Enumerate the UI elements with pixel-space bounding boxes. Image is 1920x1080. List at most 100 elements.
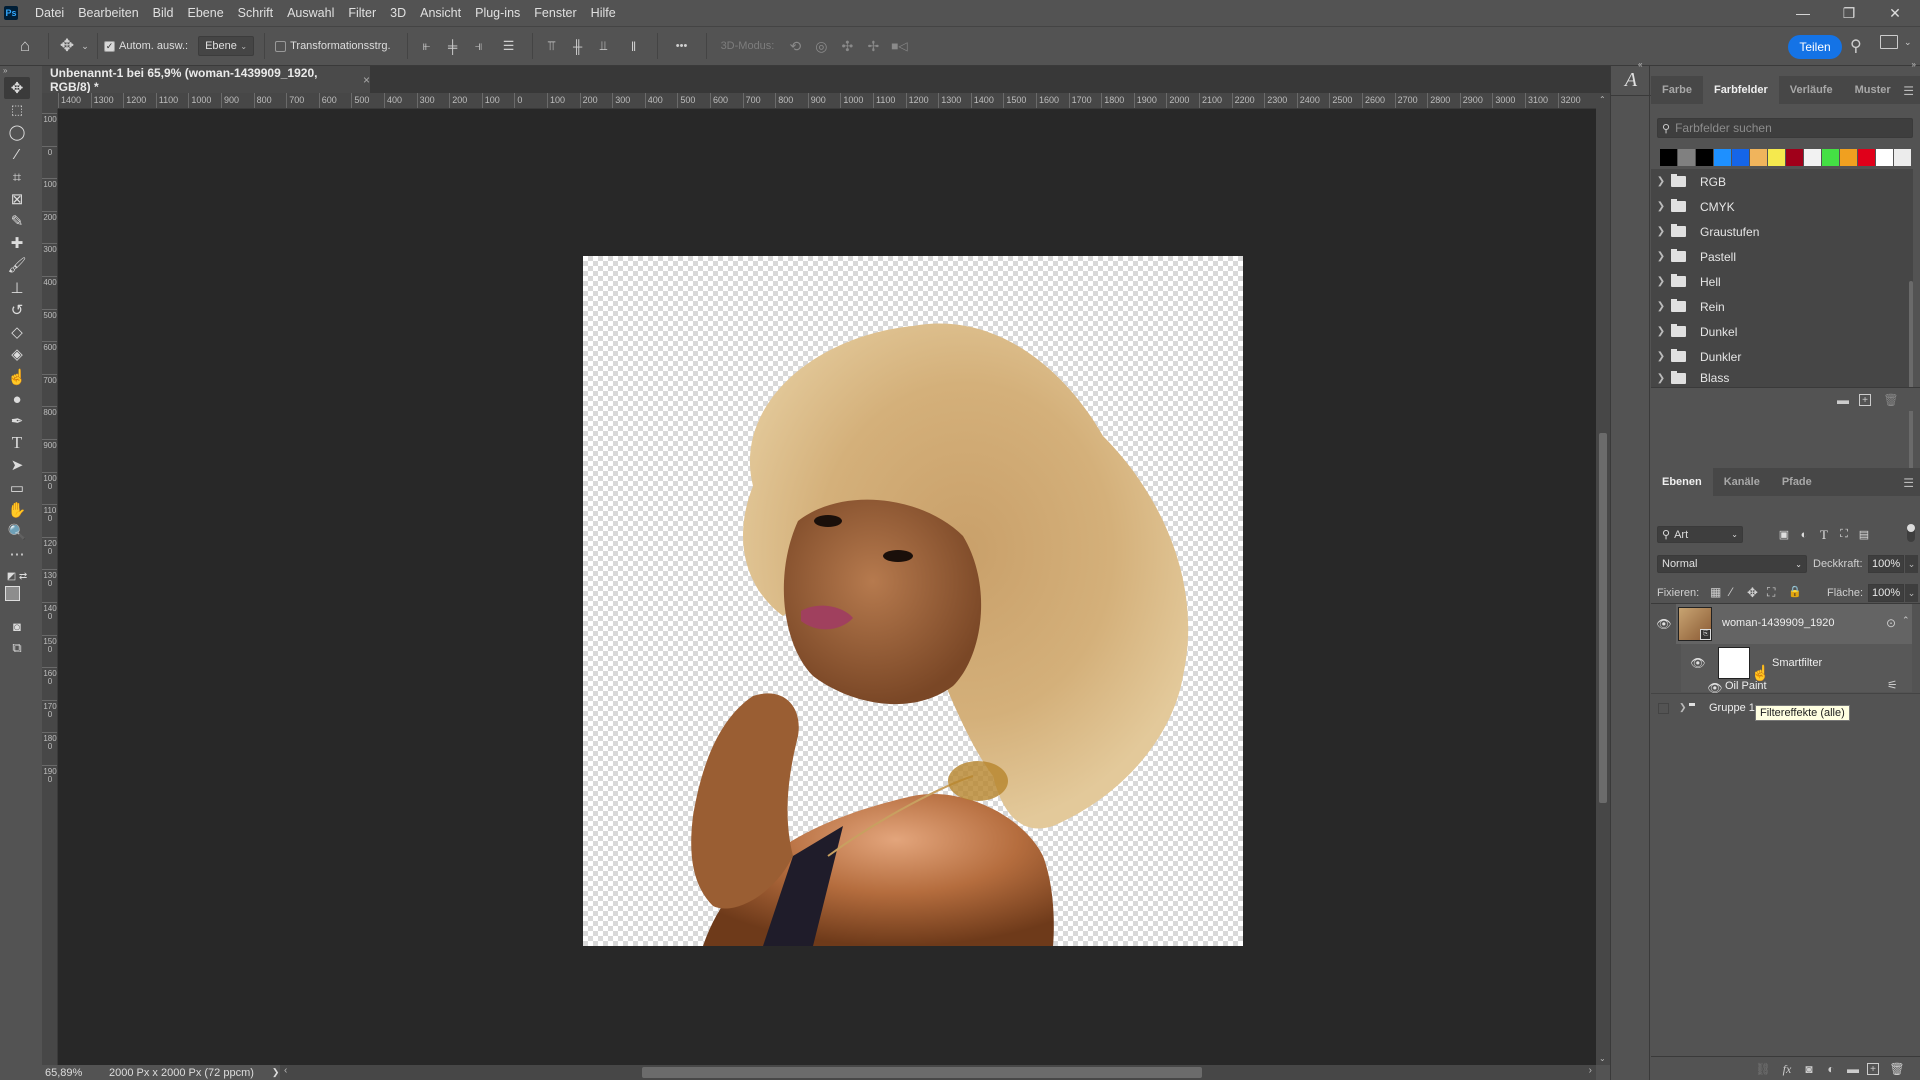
- search-icon[interactable]: ⚲: [1850, 36, 1862, 56]
- swatch-group-dunkel[interactable]: ❯ Dunkel: [1651, 319, 1901, 344]
- chevron-right-icon[interactable]: ❯: [1679, 702, 1687, 713]
- color-swatch[interactable]: [1894, 149, 1911, 166]
- swatch-group-graustufen[interactable]: ❯ Graustufen: [1651, 219, 1901, 244]
- frame-tool-icon[interactable]: ⊠: [4, 188, 30, 210]
- menu-hilfe[interactable]: Hilfe: [584, 0, 623, 26]
- chevron-right-icon[interactable]: ❯: [1651, 326, 1671, 337]
- fill-input[interactable]: 100%: [1868, 584, 1904, 602]
- ruler-origin[interactable]: [42, 93, 58, 109]
- tab-pfade[interactable]: Pfade: [1771, 468, 1823, 496]
- collapse-effects-icon[interactable]: ⌃: [1902, 615, 1910, 626]
- chevron-down-icon[interactable]: ⌄: [1904, 37, 1912, 48]
- 3d-slide-icon[interactable]: ✢: [860, 38, 886, 55]
- fx-icon[interactable]: fx: [1779, 1061, 1795, 1077]
- screen-mode-icon[interactable]: ⧉: [4, 637, 30, 659]
- menu-auswahl[interactable]: Auswahl: [280, 0, 341, 26]
- color-swatch[interactable]: [1714, 149, 1731, 166]
- magic-wand-tool-icon[interactable]: ⁄: [4, 143, 30, 165]
- quick-mask-icon[interactable]: ◙: [4, 615, 30, 637]
- dodge-tool-icon[interactable]: ●: [4, 388, 30, 410]
- tab-muster[interactable]: Muster: [1844, 76, 1902, 104]
- color-swatch[interactable]: [1786, 149, 1803, 166]
- blend-mode-dropdown[interactable]: Normal ⌄: [1657, 555, 1807, 573]
- status-menu-arrow[interactable]: ❯: [272, 1067, 280, 1078]
- share-button[interactable]: Teilen: [1788, 35, 1842, 59]
- opacity-dropdown-icon[interactable]: ⌄: [1905, 555, 1918, 573]
- chevron-right-icon[interactable]: ❯: [1651, 276, 1671, 287]
- filter-shape-icon[interactable]: ⛶: [1836, 526, 1852, 543]
- distribute-vertical-icon[interactable]: ☰: [492, 38, 526, 54]
- filter-blending-options-icon[interactable]: ⚟: [1887, 678, 1898, 692]
- auto-select-target-dropdown[interactable]: Ebene ⌄: [198, 36, 255, 56]
- scroll-down-icon[interactable]: ⌄: [1599, 1054, 1606, 1063]
- document-canvas[interactable]: [583, 256, 1243, 946]
- layer-name[interactable]: woman-1439909_1920: [1722, 617, 1835, 629]
- panel-menu-icon[interactable]: ☰: [1903, 84, 1914, 98]
- rectangle-tool-icon[interactable]: ▭: [4, 477, 30, 499]
- menu-ansicht[interactable]: Ansicht: [413, 0, 468, 26]
- restore-button[interactable]: ❐: [1826, 0, 1872, 26]
- menu-schrift[interactable]: Schrift: [231, 0, 280, 26]
- 3d-pan-icon[interactable]: ✣: [834, 38, 860, 55]
- color-swatch[interactable]: [1858, 149, 1875, 166]
- color-swatch[interactable]: [1822, 149, 1839, 166]
- adjustment-layer-icon[interactable]: ◐: [1823, 1061, 1839, 1077]
- tab-verlaeufe[interactable]: Verläufe: [1779, 76, 1844, 104]
- collapse-left-icon[interactable]: «: [1638, 60, 1642, 69]
- vertical-scrollbar[interactable]: ⌃ ⌄: [1596, 93, 1610, 1065]
- eye-icon[interactable]: 👁: [1707, 681, 1722, 695]
- color-swatch[interactable]: [1768, 149, 1785, 166]
- auto-select-checkbox[interactable]: ✓: [104, 40, 115, 52]
- close-tab-icon[interactable]: ×: [363, 73, 370, 87]
- move-tool-icon[interactable]: ✥: [55, 36, 79, 56]
- type-tool-icon[interactable]: T: [4, 432, 30, 454]
- color-swatch[interactable]: [1876, 149, 1893, 166]
- layer-row-woman[interactable]: ⎘ woman-1439909_1920 ⊙ ⌃: [1676, 604, 1912, 644]
- new-layer-icon[interactable]: +: [1867, 1063, 1879, 1075]
- horizontal-scrollbar[interactable]: ‹ ›: [280, 1065, 1596, 1080]
- swatch-list-scrollbar[interactable]: [1909, 281, 1913, 476]
- smudge-tool-icon[interactable]: ☝: [4, 366, 30, 388]
- menu-plugins[interactable]: Plug-ins: [468, 0, 527, 26]
- layer-name[interactable]: Gruppe 1: [1709, 702, 1755, 714]
- crop-tool-icon[interactable]: ⌗: [4, 166, 30, 188]
- hand-tool-icon[interactable]: ✋: [4, 499, 30, 521]
- lock-all-icon[interactable]: 🔒: [1788, 585, 1802, 598]
- delete-layer-icon[interactable]: 🗑: [1889, 1061, 1905, 1077]
- add-mask-icon[interactable]: ◙: [1801, 1061, 1817, 1077]
- chevron-right-icon[interactable]: ❯: [1651, 176, 1671, 187]
- horizontal-scroll-thumb[interactable]: [642, 1067, 1202, 1078]
- new-group-folder-icon[interactable]: ▬: [1835, 392, 1851, 408]
- distribute-horizontal-icon[interactable]: ‖: [617, 39, 651, 54]
- tab-ebenen[interactable]: Ebenen: [1651, 468, 1713, 496]
- panel-menu-icon[interactable]: ☰: [1903, 476, 1914, 490]
- pen-tool-icon[interactable]: ✒: [4, 410, 30, 432]
- align-horizontal-center-icon[interactable]: ╪: [440, 39, 466, 54]
- glyphs-panel-icon[interactable]: A: [1611, 66, 1651, 96]
- collapse-icon[interactable]: »: [0, 66, 34, 76]
- swatch-group-hell[interactable]: ❯ Hell: [1651, 269, 1901, 294]
- delete-swatch-icon[interactable]: 🗑: [1883, 392, 1899, 408]
- new-group-icon[interactable]: ▬: [1845, 1061, 1861, 1077]
- visibility-toggle-empty[interactable]: [1658, 703, 1669, 714]
- chevron-right-icon[interactable]: ❯: [1651, 301, 1671, 312]
- swatch-search-input[interactable]: ⚲ Farbfelder suchen: [1657, 118, 1913, 138]
- swatch-group-cmyk[interactable]: ❯ CMYK: [1651, 194, 1901, 219]
- vertical-scroll-thumb[interactable]: [1599, 433, 1607, 803]
- zoom-level[interactable]: 65,89%: [45, 1067, 89, 1079]
- chevron-right-icon[interactable]: ❯: [1651, 351, 1671, 362]
- filter-smart-object-icon[interactable]: ▤: [1856, 526, 1872, 543]
- scroll-left-icon[interactable]: ‹: [284, 1065, 287, 1076]
- layer-filter-dropdown[interactable]: ⚲ Art ⌄: [1657, 526, 1743, 543]
- menu-fenster[interactable]: Fenster: [527, 0, 583, 26]
- smart-filter-indicator-icon[interactable]: ⊙: [1886, 616, 1896, 630]
- menu-bearbeiten[interactable]: Bearbeiten: [71, 0, 145, 26]
- 3d-camera-icon[interactable]: ■◁: [886, 39, 912, 53]
- menu-3d[interactable]: 3D: [383, 0, 413, 26]
- tab-farbe[interactable]: Farbe: [1651, 76, 1703, 104]
- color-swatch[interactable]: [1732, 149, 1749, 166]
- canvas-pasteboard[interactable]: [58, 109, 1596, 1065]
- color-swatch[interactable]: [1840, 149, 1857, 166]
- minimize-button[interactable]: —: [1780, 0, 1826, 26]
- color-swatch[interactable]: [1678, 149, 1695, 166]
